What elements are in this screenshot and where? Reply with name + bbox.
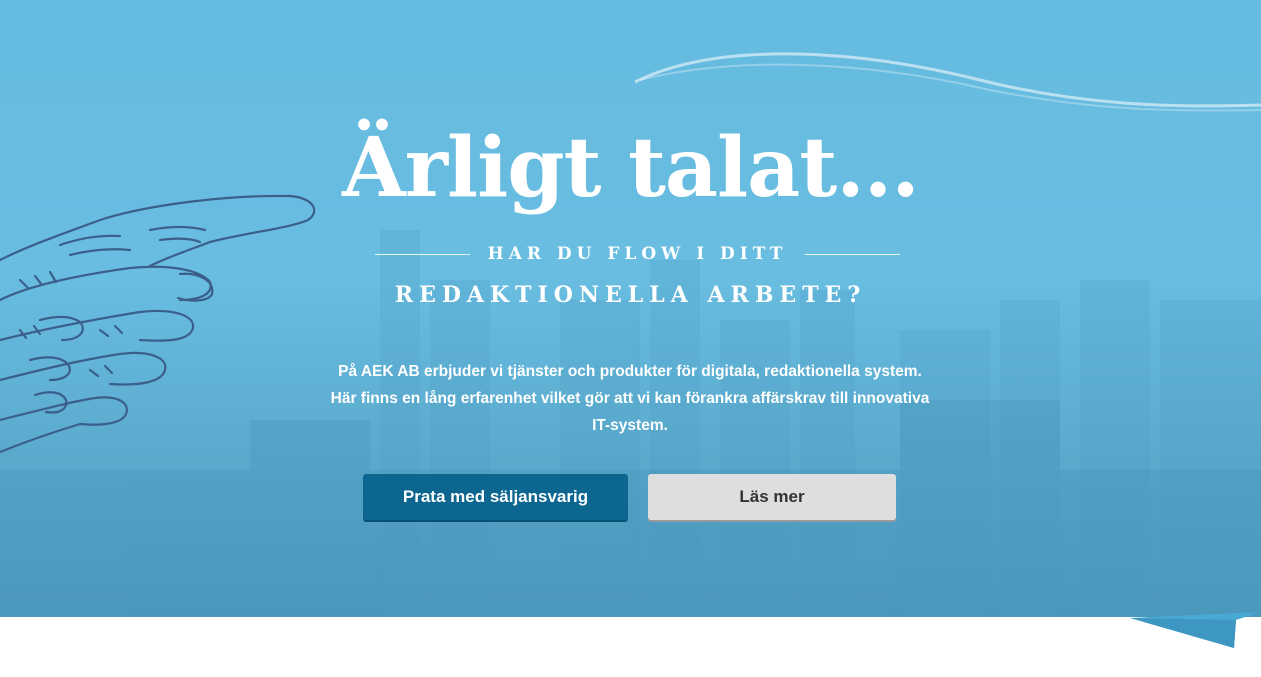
hero-headline: Ärligt talat...: [342, 120, 920, 216]
hero-body-text: På AEK AB erbjuder vi tjänster och produ…: [330, 362, 930, 434]
hero-section: Ärligt talat... HAR DU FLOW I DITT REDAK…: [0, 0, 1261, 617]
ribbon-corner-icon: [1130, 612, 1261, 648]
divider-left: [375, 253, 470, 255]
pointing-hand-icon: [0, 194, 316, 454]
contact-sales-button[interactable]: Prata med säljansvarig: [363, 474, 628, 520]
divider-right: [805, 253, 901, 255]
subheading-line1-row: HAR DU FLOW I DITT: [375, 242, 901, 266]
read-more-button[interactable]: Läs mer: [648, 474, 896, 520]
subheading-line2: REDAKTIONELLA ARBETE?: [394, 282, 867, 308]
subheading-line1: HAR DU FLOW I DITT: [487, 244, 788, 264]
